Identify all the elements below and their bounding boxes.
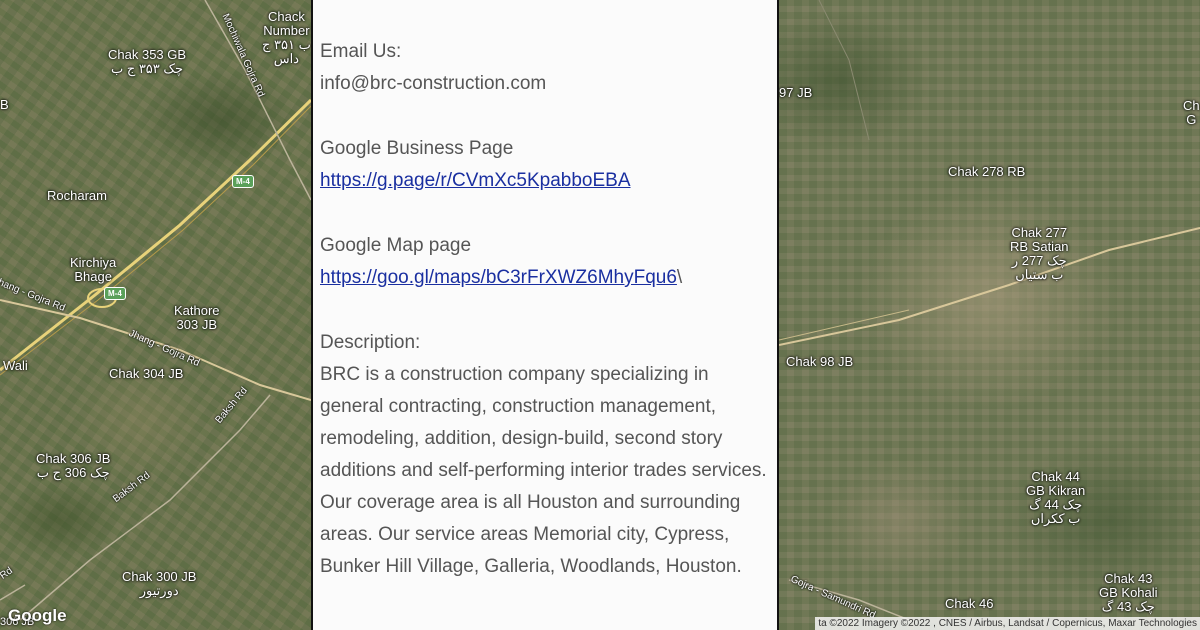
map-page-link[interactable]: https://goo.gl/maps/bC3rFrXWZ6MhyFqu6 (320, 267, 677, 288)
motorway-shield-m4: M-4 (232, 175, 254, 188)
satellite-map-left[interactable]: Chak 353 GB چک ۳۵۳ ج ب Chack Number ب ۳۵… (0, 0, 311, 630)
email-heading: Email Us: (320, 41, 402, 62)
place-kathore: Kathore 303 JB (174, 303, 220, 332)
description-text: BRC is a construction company specializi… (320, 364, 767, 577)
place-chak-277: Chak 277 RB Satian چک 277 ر ب ستیاں (1010, 225, 1069, 282)
description-heading: Description: (320, 332, 421, 353)
place-kirchiya-bhage: Kirchiya Bhage (70, 255, 117, 284)
place-chak-306: Chak 306 JB چک 306 ج ب (36, 451, 111, 480)
place-97-jb: 97 JB (779, 85, 813, 100)
place-rocharam: Rocharam (47, 188, 107, 203)
contact-info-panel: Email Us: info@brc-construction.com Goog… (311, 0, 779, 630)
place-chak-300: Chak 300 JB دورتیور (122, 569, 197, 598)
email-address: info@brc-construction.com (320, 73, 547, 94)
motorway-shield-m4: M-4 (104, 287, 126, 300)
place-chak-304: Chak 304 JB (109, 366, 184, 381)
business-page-heading: Google Business Page (320, 138, 514, 159)
place-chack-number: Chack Number ب ۳۵۱ ج داس (262, 9, 311, 66)
place-chak-46: Chak 46 (945, 596, 994, 611)
map-page-heading: Google Map page (320, 235, 472, 256)
place-chak-44: Chak 44 GB Kikran چک 44 گ ب ککراں (1026, 469, 1086, 526)
place-chak-98: Chak 98 JB (786, 354, 854, 369)
google-logo: Google (8, 606, 67, 625)
map-attribution: ta ©2022 Imagery ©2022 , CNES / Airbus, … (815, 617, 1200, 630)
satellite-map-right[interactable]: 97 JB Chak 278 RB Chak 277 RB Satian چک … (779, 0, 1200, 630)
map-link-suffix: \ (676, 267, 683, 288)
place-chak-43: Chak 43 GB Kohali چک 43 گ (1099, 571, 1158, 614)
road-network-right (779, 0, 1200, 621)
business-page-link[interactable]: https://g.page/r/CVmXc5KpabboEBA (320, 170, 631, 191)
place-chak-353: Chak 353 GB چک ۳۵۳ ج ب (108, 47, 187, 76)
place-edge-ch: Ch G (1183, 98, 1200, 127)
place-chak-278: Chak 278 RB (948, 164, 1026, 179)
place-wali: Wali (3, 358, 28, 373)
place-edge-b: B (0, 97, 9, 112)
